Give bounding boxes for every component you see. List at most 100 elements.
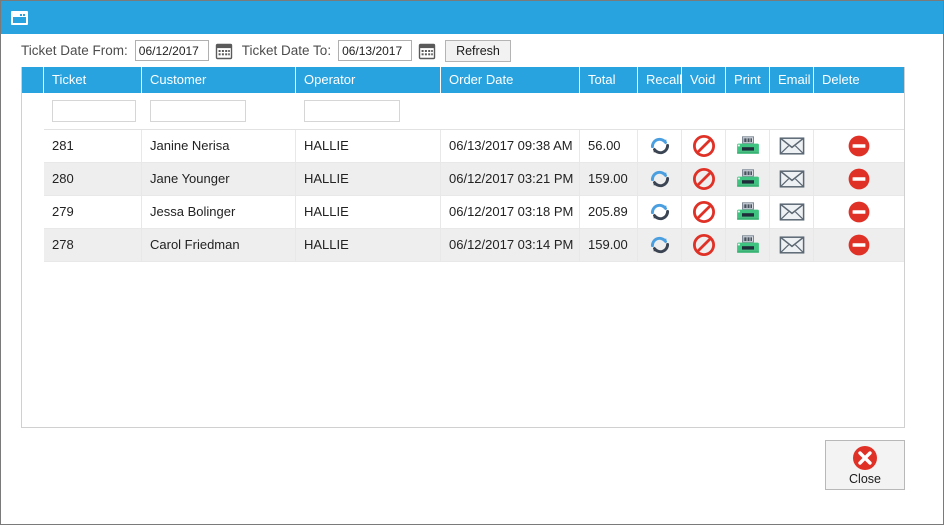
print-icon[interactable] — [736, 135, 760, 157]
cell-ticket: 279 — [44, 196, 142, 228]
grid-header-orderdate[interactable]: Order Date — [441, 67, 580, 93]
cell-orderdate: 06/13/2017 09:38 AM — [441, 130, 580, 162]
recall-icon[interactable] — [648, 168, 672, 190]
grid-header-email[interactable]: Email — [770, 67, 814, 93]
cell-delete[interactable] — [814, 229, 904, 261]
grid-filter-cell-operator — [296, 93, 441, 129]
cell-operator: HALLIE — [296, 196, 441, 228]
cell-operator: HALLIE — [296, 229, 441, 261]
grid-body: ›281Janine NerisaHALLIE06/13/2017 09:38 … — [22, 130, 904, 262]
print-icon[interactable] — [736, 234, 760, 256]
grid-header-gutter — [22, 67, 44, 93]
cell-print[interactable] — [726, 163, 770, 195]
cell-ticket: 281 — [44, 130, 142, 162]
calendar-icon-to[interactable] — [418, 42, 436, 60]
calendar-icon-from[interactable] — [215, 42, 233, 60]
grid-header-customer[interactable]: Customer — [142, 67, 296, 93]
print-icon[interactable] — [736, 168, 760, 190]
grid-filter-cell-customer — [142, 93, 296, 129]
void-icon[interactable] — [692, 167, 716, 191]
close-button[interactable]: Close — [825, 440, 905, 490]
cell-recall[interactable] — [638, 196, 682, 228]
cell-void[interactable] — [682, 229, 726, 261]
cell-orderdate: 06/12/2017 03:18 PM — [441, 196, 580, 228]
cell-total: 56.00 — [580, 130, 638, 162]
grid-header-ticket[interactable]: Ticket — [44, 67, 142, 93]
grid-header-total[interactable]: Total — [580, 67, 638, 93]
void-icon[interactable] — [692, 134, 716, 158]
email-icon[interactable] — [779, 169, 805, 189]
refresh-button[interactable]: Refresh — [445, 39, 511, 62]
cell-delete[interactable] — [814, 163, 904, 195]
recall-icon[interactable] — [648, 201, 672, 223]
cell-recall[interactable] — [638, 229, 682, 261]
grid-filter-cell-delete — [814, 93, 904, 129]
filter-input-customer[interactable] — [150, 100, 246, 122]
void-icon[interactable] — [692, 200, 716, 224]
table-row[interactable]: ›281Janine NerisaHALLIE06/13/2017 09:38 … — [22, 130, 904, 163]
grid-filter-cell-gutter — [22, 93, 44, 129]
ticket-date-to-input[interactable] — [338, 40, 413, 61]
delete-icon[interactable] — [847, 200, 871, 224]
cell-recall[interactable] — [638, 130, 682, 162]
close-circle-x-icon — [852, 445, 878, 471]
cell-void[interactable] — [682, 163, 726, 195]
ticket-date-to-label: Ticket Date To: — [241, 43, 332, 58]
void-icon[interactable] — [692, 233, 716, 257]
close-button-label: Close — [849, 471, 881, 486]
cell-print[interactable] — [726, 196, 770, 228]
cell-print[interactable] — [726, 130, 770, 162]
grid-header-delete[interactable]: Delete — [814, 67, 904, 93]
email-icon[interactable] — [779, 202, 805, 222]
filter-input-operator[interactable] — [304, 100, 400, 122]
delete-icon[interactable] — [847, 134, 871, 158]
grid-gutter-filler — [22, 129, 44, 427]
recall-icon[interactable] — [648, 135, 672, 157]
cell-customer: Carol Friedman — [142, 229, 296, 261]
cell-ticket: 278 — [44, 229, 142, 261]
cell-customer: Jane Younger — [142, 163, 296, 195]
table-row[interactable]: ›278Carol FriedmanHALLIE06/12/2017 03:14… — [22, 229, 904, 262]
title-bar — [1, 1, 943, 34]
cell-total: 159.00 — [580, 163, 638, 195]
filter-input-ticket[interactable] — [52, 100, 136, 122]
cell-void[interactable] — [682, 196, 726, 228]
grid-filter-cell-total — [580, 93, 638, 129]
cell-email[interactable] — [770, 163, 814, 195]
cell-delete[interactable] — [814, 196, 904, 228]
tickets-grid: Ticket Customer Operator Order Date Total Rec… — [21, 67, 905, 428]
print-icon[interactable] — [736, 201, 760, 223]
email-icon[interactable] — [779, 235, 805, 255]
grid-header-void[interactable]: Void — [682, 67, 726, 93]
recall-icon[interactable] — [648, 234, 672, 256]
cell-void[interactable] — [682, 130, 726, 162]
cell-email[interactable] — [770, 196, 814, 228]
grid-header-row: Ticket Customer Operator Order Date Total Rec… — [22, 67, 904, 93]
cell-email[interactable] — [770, 229, 814, 261]
filter-bar: Ticket Date From: Ticket Date To: — [1, 34, 943, 67]
cell-delete[interactable] — [814, 130, 904, 162]
table-row[interactable]: ›280Jane YoungerHALLIE06/12/2017 03:21 P… — [22, 163, 904, 196]
email-icon[interactable] — [779, 136, 805, 156]
window-form-icon — [11, 10, 28, 25]
grid-header-print[interactable]: Print — [726, 67, 770, 93]
ticket-date-from-label: Ticket Date From: — [21, 43, 128, 58]
cell-print[interactable] — [726, 229, 770, 261]
cell-orderdate: 06/12/2017 03:21 PM — [441, 163, 580, 195]
cell-ticket: 280 — [44, 163, 142, 195]
grid-filter-cell-email — [770, 93, 814, 129]
cell-email[interactable] — [770, 130, 814, 162]
grid-header-operator[interactable]: Operator — [296, 67, 441, 93]
ticket-date-from-input[interactable] — [134, 40, 209, 61]
grid-filter-row — [22, 93, 904, 130]
table-row[interactable]: ›279Jessa BolingerHALLIE06/12/2017 03:18… — [22, 196, 904, 229]
cell-operator: HALLIE — [296, 163, 441, 195]
ticket-list-window: Ticket Date From: Ticket Date To: — [0, 0, 944, 525]
grid-header-recall[interactable]: Recall — [638, 67, 682, 93]
cell-total: 205.89 — [580, 196, 638, 228]
grid-filter-cell-orderdate — [441, 93, 580, 129]
delete-icon[interactable] — [847, 233, 871, 257]
delete-icon[interactable] — [847, 167, 871, 191]
cell-customer: Janine Nerisa — [142, 130, 296, 162]
cell-recall[interactable] — [638, 163, 682, 195]
